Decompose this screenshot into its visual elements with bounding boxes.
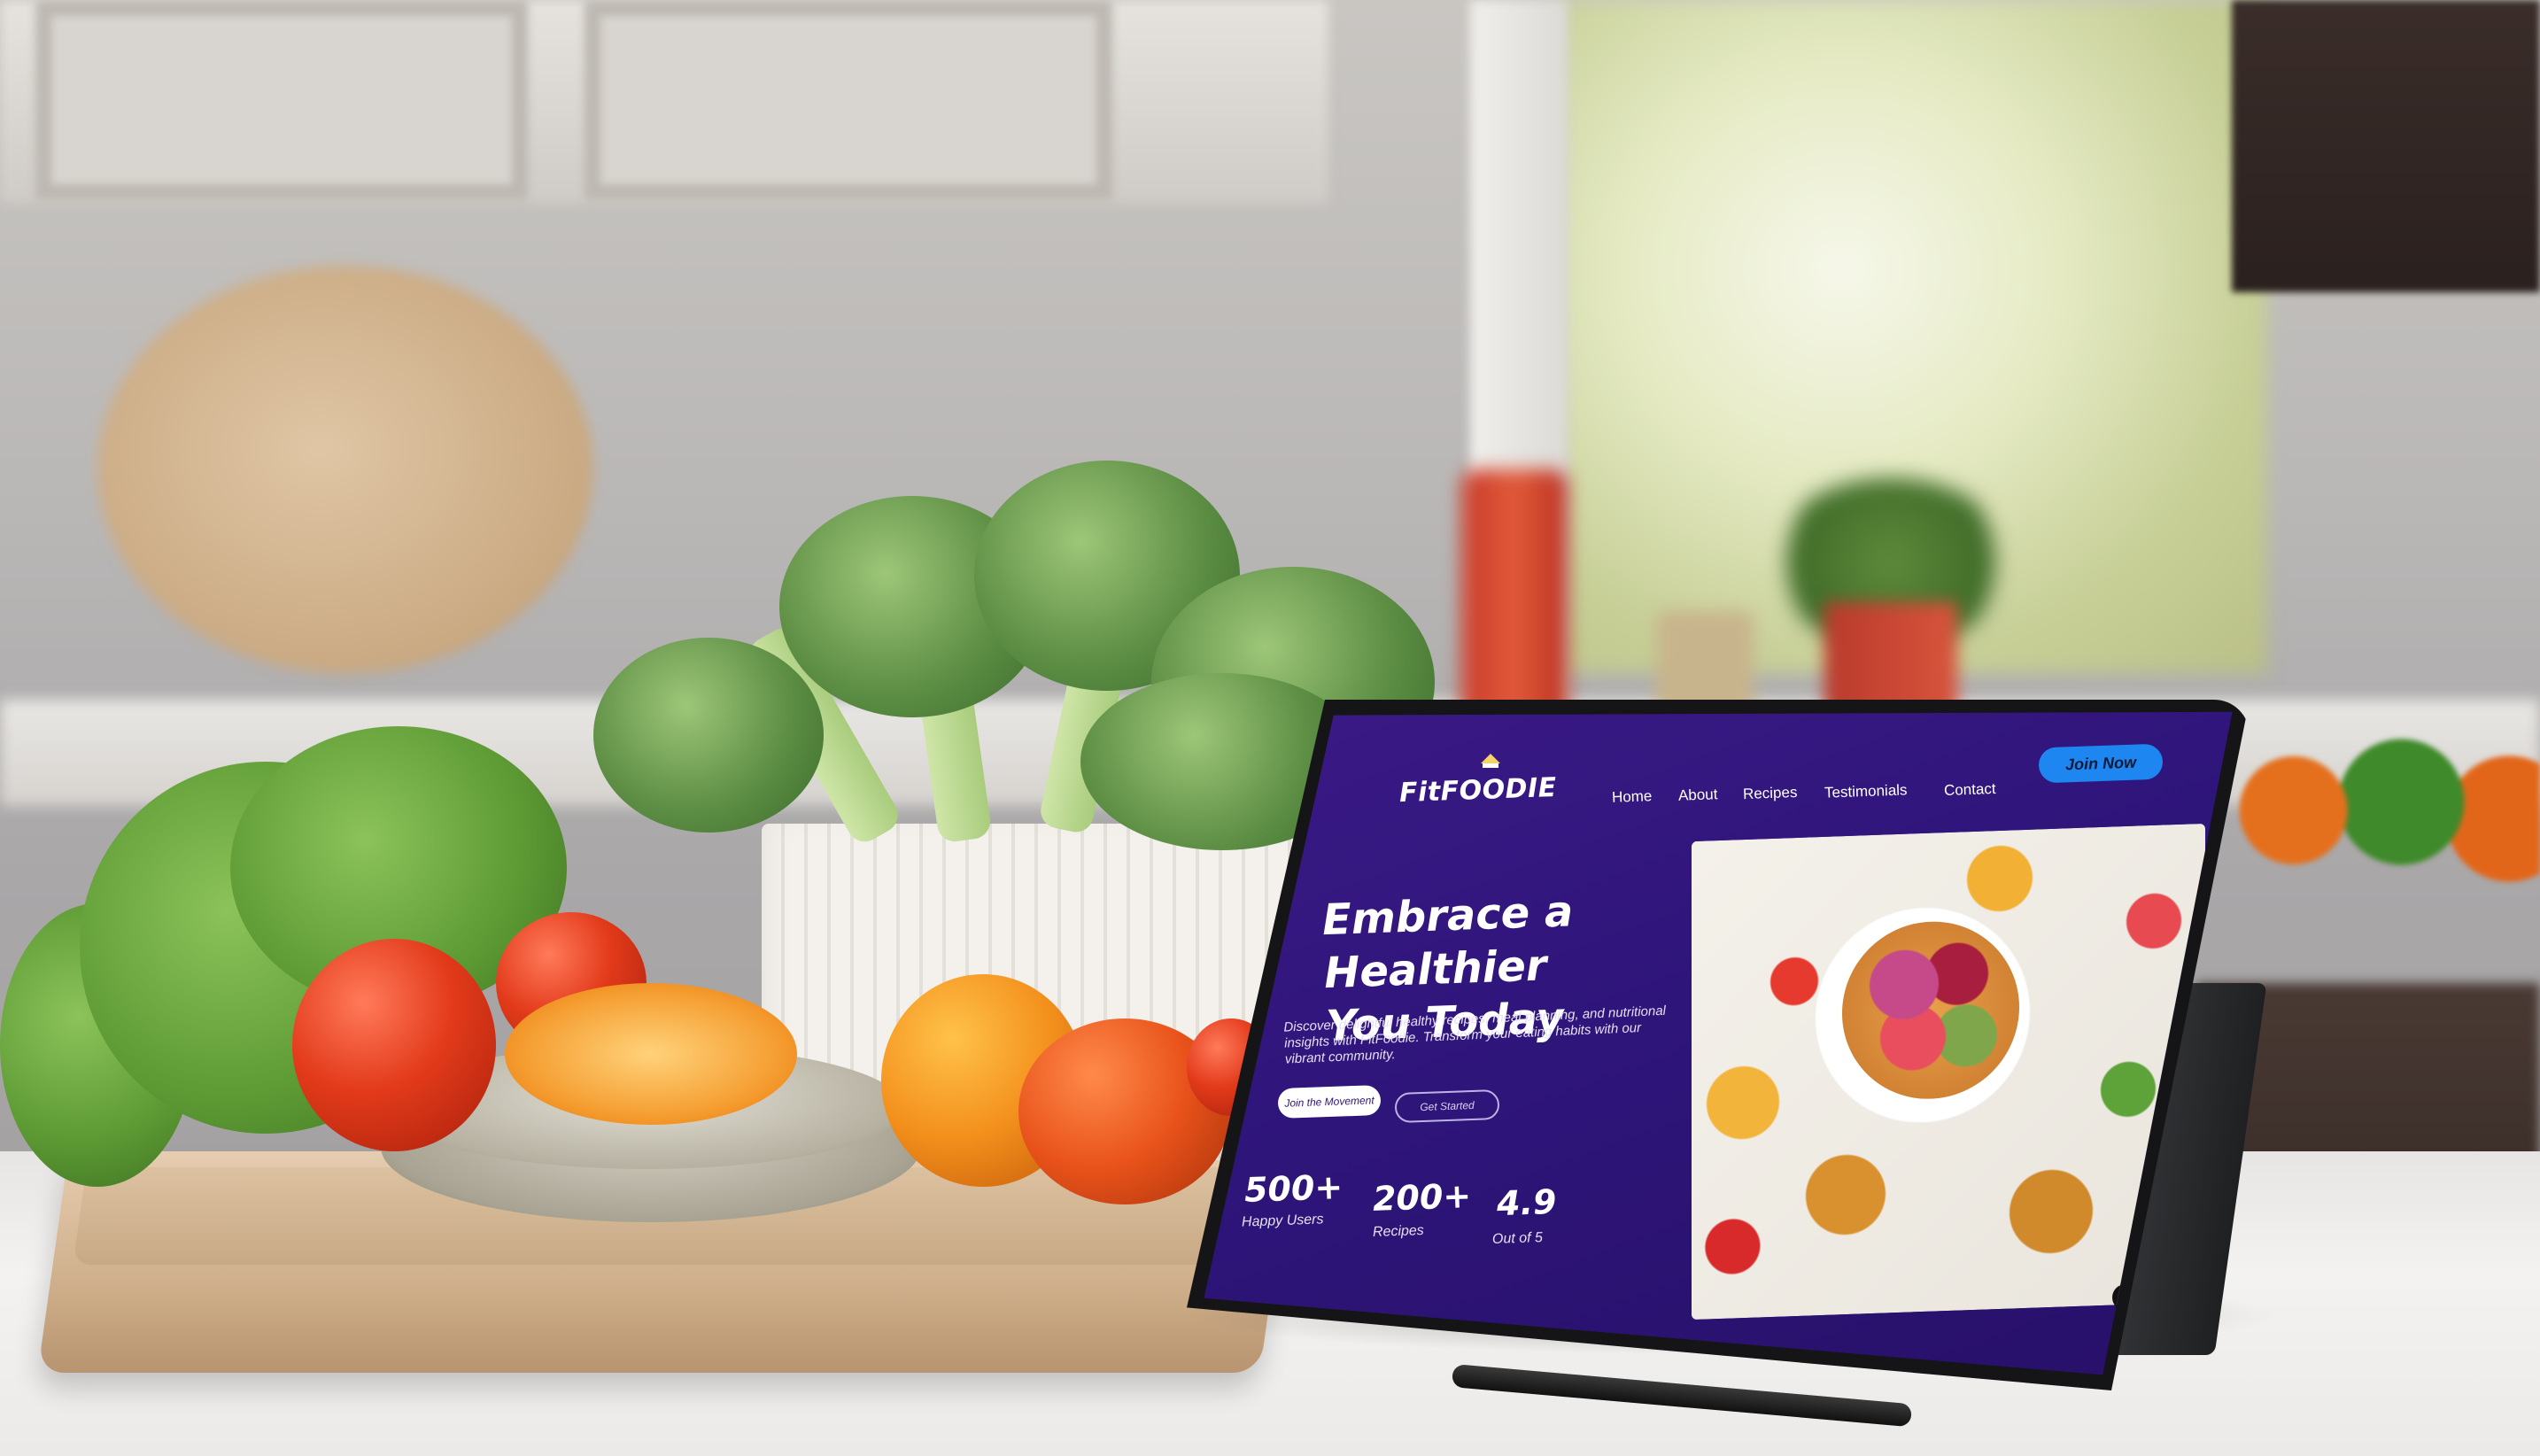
stat-users-value: 500+ (1243, 1167, 1344, 1210)
smoothie-bowl (1842, 918, 2019, 1103)
stat-rating-label: Out of 5 (1491, 1230, 1544, 1247)
nav-home[interactable]: Home (1612, 787, 1653, 807)
stat-recipes-label: Recipes (1372, 1222, 1425, 1241)
chef-hat-icon (1481, 754, 1500, 768)
orange-slice (505, 983, 797, 1125)
broccoli (593, 638, 824, 833)
nav-about[interactable]: About (1678, 786, 1718, 805)
nav-recipes[interactable]: Recipes (1743, 784, 1798, 803)
cabinet-door (35, 0, 528, 200)
site-logo[interactable]: FitFOODIE (1398, 772, 1557, 809)
dark-cabinet (2232, 0, 2540, 292)
join-movement-button[interactable]: Join the Movement (1277, 1084, 1382, 1119)
get-started-button[interactable]: Get Started (1394, 1088, 1500, 1124)
stat-recipes-value: 200+ (1372, 1176, 1472, 1219)
stat-users-label: Happy Users (1241, 1212, 1324, 1230)
tomato (292, 939, 496, 1151)
cabinet-door (585, 0, 1112, 200)
cutting-board (97, 266, 593, 673)
tablet-screen: FitFOODIE Home About Recipes Testimonial… (1204, 711, 2233, 1375)
join-now-button[interactable]: Join Now (2038, 743, 2164, 784)
stat-rating-value: 4.9 (1496, 1181, 1558, 1224)
bell-peppers (2232, 726, 2540, 895)
fitfoodie-website: FitFOODIE Home About Recipes Testimonial… (1204, 712, 2232, 1375)
kitchen-scene: FitFOODIE Home About Recipes Testimonial… (0, 0, 2540, 1456)
nav-contact[interactable]: Contact (1944, 780, 1996, 800)
red-bottle (1461, 469, 1568, 735)
nav-testimonials[interactable]: Testimonials (1824, 781, 1908, 802)
